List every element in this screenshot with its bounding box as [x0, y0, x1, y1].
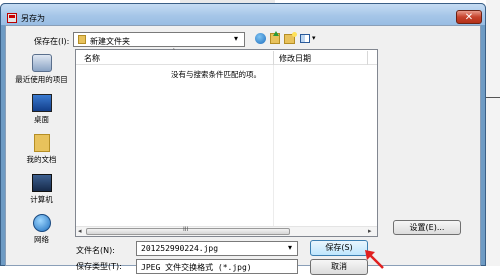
scroll-grip-icon: III — [183, 226, 189, 233]
view-menu-chevron-icon[interactable]: ▾ — [312, 34, 316, 42]
view-menu-icon[interactable] — [300, 34, 310, 43]
place-label: 桌面 — [34, 115, 49, 124]
place-documents[interactable]: 我的文档 — [11, 134, 72, 165]
column-header-date[interactable]: 修改日期 — [279, 53, 311, 64]
place-desktop[interactable]: 桌面 — [11, 94, 72, 125]
save-in-dropdown[interactable]: 新建文件夹 ▾ — [73, 32, 245, 47]
column-separator[interactable] — [367, 51, 368, 65]
save-button[interactable]: 保存(S) — [310, 240, 368, 256]
save-in-value: 新建文件夹 — [90, 37, 130, 46]
network-icon — [32, 214, 51, 232]
place-computer[interactable]: 计算机 — [11, 174, 72, 205]
column-header-row: 名称 ˄ 修改日期 — [76, 48, 377, 65]
place-label: 我的文档 — [26, 155, 57, 164]
place-recent-items[interactable]: 最近使用的项目 — [11, 54, 72, 85]
title-bar[interactable]: 另存为 ✕ — [0, 3, 486, 25]
column-header-name[interactable]: 名称 — [84, 53, 100, 64]
scroll-thumb[interactable]: III — [86, 226, 290, 235]
column-separator[interactable] — [273, 51, 274, 65]
file-list[interactable]: 名称 ˄ 修改日期 没有与搜索条件匹配的项。 ◂ III ▸ — [75, 48, 378, 237]
cancel-button[interactable]: 取消 — [310, 259, 368, 275]
annotation-arrow-icon — [365, 250, 384, 269]
place-network[interactable]: 网络 — [11, 214, 72, 245]
close-button[interactable]: ✕ — [456, 10, 482, 24]
desktop-icon — [31, 94, 52, 112]
places-bar: 最近使用的项目 桌面 我的文档 计算机 网络 — [11, 48, 72, 253]
settings-button[interactable]: 设置(E)... — [393, 220, 461, 235]
file-name-value: 201252990224.jpg — [141, 244, 219, 253]
place-label: 计算机 — [30, 195, 53, 204]
chevron-down-icon[interactable]: ▾ — [234, 34, 238, 43]
chevron-down-icon[interactable]: ▾ — [288, 243, 292, 252]
file-name-input[interactable]: 201252990224.jpg ▾ — [136, 241, 298, 256]
background-page — [486, 0, 500, 266]
scroll-left-icon[interactable]: ◂ — [78, 227, 82, 235]
place-label: 网络 — [34, 235, 49, 244]
dialog-title: 另存为 — [21, 14, 45, 23]
save-in-label: 保存在(I): — [34, 37, 70, 46]
app-icon — [7, 13, 17, 23]
scroll-right-icon[interactable]: ▸ — [368, 227, 372, 235]
empty-list-message: 没有与搜索条件匹配的项。 — [171, 70, 261, 79]
file-type-label: 保存类型(T): — [76, 262, 122, 271]
background-rule — [486, 97, 500, 98]
horizontal-scrollbar[interactable]: ◂ III ▸ — [76, 226, 377, 236]
documents-icon — [33, 134, 50, 152]
folder-icon — [78, 35, 86, 44]
file-type-value: JPEG 文件交换格式 (*.jpg) — [141, 263, 252, 272]
up-folder-icon[interactable] — [270, 31, 280, 44]
computer-icon — [31, 174, 52, 192]
place-label: 最近使用的项目 — [15, 75, 68, 84]
sort-indicator-icon: ˄ — [172, 48, 176, 56]
back-icon[interactable] — [255, 33, 266, 44]
new-folder-icon[interactable] — [284, 32, 297, 44]
recent-items-icon — [31, 54, 52, 72]
column-divider — [273, 65, 274, 227]
file-type-dropdown[interactable]: JPEG 文件交换格式 (*.jpg) — [136, 259, 298, 274]
file-name-label: 文件名(N): — [76, 246, 115, 255]
